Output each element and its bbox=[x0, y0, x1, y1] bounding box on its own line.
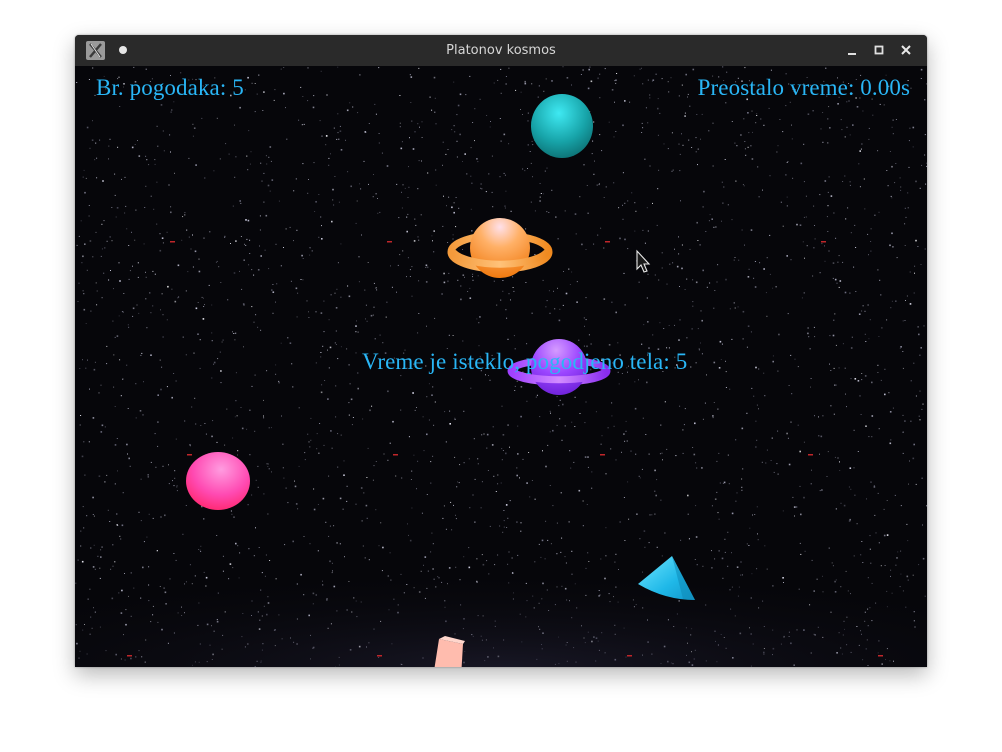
game-over-message: Vreme je isteklo, pogodjeno tela: 5 bbox=[362, 349, 688, 374]
floor-glow bbox=[75, 536, 927, 667]
teal-sphere[interactable] bbox=[531, 94, 593, 158]
close-icon[interactable] bbox=[898, 42, 914, 58]
grid-marker bbox=[377, 655, 382, 657]
game-viewport[interactable]: Br. pogodaka: 5 Preostalo vreme: 0.00s V… bbox=[75, 66, 927, 667]
window-title: Platonov kosmos bbox=[446, 43, 556, 58]
grid-marker bbox=[808, 454, 813, 456]
grid-marker bbox=[170, 241, 175, 243]
time-remaining: Preostalo vreme: 0.00s bbox=[697, 75, 910, 100]
grid-marker bbox=[393, 454, 398, 456]
grid-marker bbox=[605, 241, 610, 243]
grid-marker bbox=[627, 655, 632, 657]
grid-marker bbox=[821, 241, 826, 243]
grid-marker bbox=[600, 454, 605, 456]
game-window: Platonov kosmos Br. pogodaka: 5 Preostal… bbox=[75, 35, 927, 667]
title-bar[interactable]: Platonov kosmos bbox=[75, 35, 927, 66]
grid-marker bbox=[387, 241, 392, 243]
grid-marker bbox=[127, 655, 132, 657]
grid-marker bbox=[187, 454, 192, 456]
minimize-icon[interactable] bbox=[844, 42, 860, 58]
maximize-icon[interactable] bbox=[871, 42, 887, 58]
pink-sphere[interactable] bbox=[186, 452, 250, 510]
hits-counter: Br. pogodaka: 5 bbox=[96, 75, 244, 100]
grid-marker bbox=[878, 655, 883, 657]
